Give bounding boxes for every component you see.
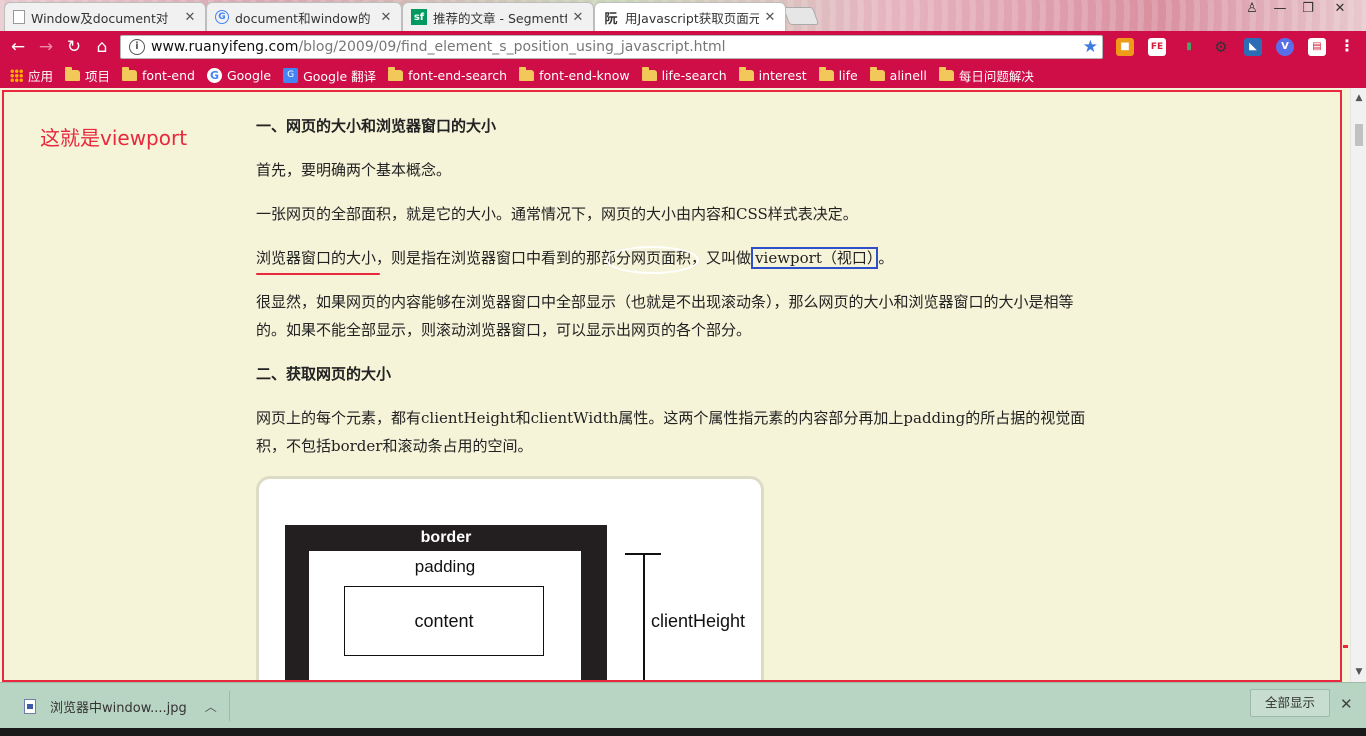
document-icon [13,10,25,24]
client-height-line [643,553,645,682]
folder-icon [65,67,81,81]
content-box: content [344,586,544,656]
bookmark-folder[interactable]: font-end [122,67,195,83]
bookmark-google[interactable]: G Google [206,68,271,83]
folder-icon [641,67,657,81]
bookmark-folder[interactable]: alinell [869,67,927,83]
translate-icon: G [283,68,299,83]
box-model-figure: border padding content clientHeight [256,476,764,682]
home-button[interactable]: ⌂ [90,36,114,58]
extension-icon[interactable]: ▮ [1180,38,1198,56]
apps-icon [10,69,23,82]
extension-icon[interactable]: ▤ [1308,38,1326,56]
new-tab-button[interactable] [782,7,820,25]
image-file-icon [24,698,36,714]
folder-icon [122,67,138,81]
forward-button[interactable]: → [34,36,58,58]
border-label: border [420,529,472,546]
viewport-annotation-label: 这就是viewport [40,126,188,150]
url-path: /blog/2009/09/find_element_s_position_us… [298,39,726,55]
ruanyifeng-icon: 阮 [604,11,618,27]
tab-window-document[interactable]: Window及document对 ✕ [4,2,206,31]
bookmark-folder[interactable]: life-search [641,67,727,83]
browser-toolbar: ← → ↻ ⌂ i www.ruanyifeng.com /blog/2009/… [0,31,1366,63]
bookmark-folder[interactable]: life [818,67,858,83]
scroll-down-arrow-icon[interactable]: ▼ [1351,664,1366,680]
bookmark-apps[interactable]: 应用 [10,66,53,85]
download-shelf: 浏览器中window....jpg ︿ 全部显示 ✕ [0,682,1366,728]
scroll-marker [1343,645,1348,648]
folder-icon [738,67,754,81]
paragraph: 网页上的每个元素，都有clientHeight和clientWidth属性。这两… [256,409,1086,455]
download-file-name: 浏览器中window....jpg [50,700,187,716]
border-box: border padding content [285,525,607,682]
show-all-downloads-button[interactable]: 全部显示 [1250,689,1330,717]
padding-box: padding content [309,551,581,682]
tab-document-window[interactable]: G document和window的 ✕ [206,2,402,31]
scrollbar-thumb[interactable] [1355,124,1363,146]
close-icon[interactable]: ✕ [183,10,197,25]
chevron-up-icon[interactable]: ︿ [205,698,217,715]
padding-label: padding [414,557,476,576]
google-icon: G [215,10,229,24]
address-bar[interactable]: i www.ruanyifeng.com /blog/2009/09/find_… [120,35,1103,59]
paragraph: 首先，要明确两个基本概念。 [256,161,452,179]
gear-icon[interactable]: ⚙ [1212,38,1230,56]
reload-button[interactable]: ↻ [62,36,86,58]
vertical-scrollbar[interactable]: ▲ ▼ [1350,88,1366,682]
bookmarks-bar: 应用 项目 font-end G Google G Google 翻译 font-e… [0,63,1366,88]
google-icon: G [206,68,222,83]
folder-icon [938,67,954,81]
bookmark-folder[interactable]: 项目 [65,66,110,85]
client-height-label: clientHeight [651,611,746,631]
folder-icon [818,67,834,81]
scroll-up-arrow-icon[interactable]: ▲ [1351,90,1366,106]
page-viewport: 这就是viewport 一、网页的大小和浏览器窗口的大小 首先，要明确两个基本概… [0,88,1350,682]
bookmark-folder[interactable]: interest [738,67,807,83]
tab-ruanyifeng[interactable]: 阮 用Javascript获取页面元 ✕ [594,2,786,31]
content-label: content [414,610,474,631]
taskbar [0,728,1366,736]
extension-icon[interactable]: ◣ [1244,38,1262,56]
article-body: 一、网页的大小和浏览器窗口的大小 首先，要明确两个基本概念。 一张网页的全部面积… [256,112,1086,476]
sf-icon: sf [411,9,427,25]
close-icon[interactable]: ✕ [379,10,393,25]
folder-icon [388,67,404,81]
bookmark-folder[interactable]: font-end-know [519,67,630,83]
close-icon[interactable]: ✕ [1340,695,1353,713]
download-item[interactable]: 浏览器中window....jpg ︿ [12,691,230,721]
folder-icon [519,67,535,81]
bookmark-google-translate[interactable]: G Google 翻译 [283,66,376,85]
back-button[interactable]: ← [6,36,30,58]
user-icon[interactable]: ♙ [1238,0,1266,18]
close-window-button[interactable]: ✕ [1326,0,1354,18]
fe-extension-icon[interactable]: FE [1148,38,1166,56]
bookmark-folder[interactable]: 每日问题解决 [938,66,1034,85]
folder-icon [869,67,885,81]
extension-icon[interactable]: ■ [1116,38,1134,56]
circled-phrase: 分网页面积 [616,249,692,267]
info-icon[interactable]: i [129,39,145,55]
url-host: www.ruanyifeng.com [151,39,299,55]
tab-segmentfault[interactable]: sf 推荐的文章 - Segmentf ✕ [402,2,594,31]
close-icon[interactable]: ✕ [763,10,777,25]
bookmark-star-icon[interactable]: ★ [1083,37,1098,57]
paragraph: 很显然，如果网页的内容能够在浏览器窗口中全部显示（也就是不出现滚动条），那么网页… [256,293,1074,339]
menu-icon[interactable]: ⋮ [1338,38,1356,56]
extension-icon[interactable]: V [1276,38,1294,56]
minimize-button[interactable]: — [1266,0,1294,18]
bookmark-folder[interactable]: font-end-search [388,67,507,83]
boxed-phrase: viewport（视口） [751,247,879,269]
section-heading: 二、获取网页的大小 [256,365,392,383]
section-heading: 一、网页的大小和浏览器窗口的大小 [256,117,497,135]
paragraph: 浏览器窗口的大小，则是指在浏览器窗口中看到的那部分网页面积，又叫做 viewpor… [256,247,894,269]
restore-button[interactable]: ❐ [1294,0,1322,18]
close-icon[interactable]: ✕ [571,10,585,25]
underlined-phrase: 浏览器窗口的大小 [256,249,377,267]
paragraph: 一张网页的全部面积，就是它的大小。通常情况下，网页的大小由内容和CSS样式表决定… [256,205,858,223]
